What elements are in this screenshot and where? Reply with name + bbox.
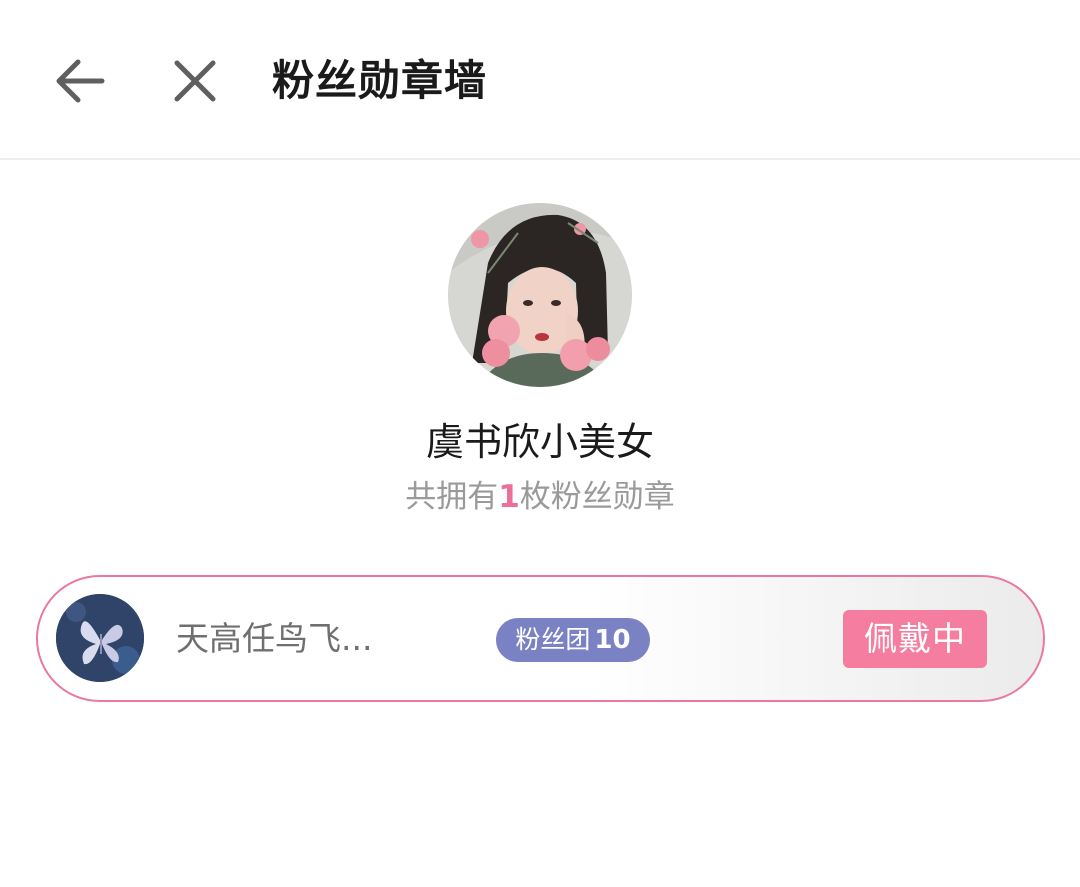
badge-card[interactable]: 天高任鸟飞... 粉丝团 10 佩戴中 <box>36 575 1045 702</box>
badge-count-prefix: 共拥有 <box>405 479 499 515</box>
page-title: 粉丝勋章墙 <box>272 56 488 105</box>
username: 虞书欣小美女 <box>425 420 654 464</box>
avatar-image <box>448 203 632 387</box>
badge-count-number: 1 <box>498 479 520 515</box>
close-button[interactable] <box>164 50 226 112</box>
arrow-left-icon <box>56 59 105 103</box>
butterfly-icon <box>56 594 144 682</box>
wearing-status-button[interactable]: 佩戴中 <box>843 610 987 668</box>
badge-avatar <box>56 594 144 682</box>
top-bar: 粉丝勋章墙 <box>0 0 1080 160</box>
fan-club-level-badge: 粉丝团 10 <box>496 618 650 662</box>
back-button[interactable] <box>48 50 110 112</box>
badge-name: 天高任鸟飞... <box>176 619 373 658</box>
fan-club-label: 粉丝团 <box>515 625 591 654</box>
badge-count-suffix: 枚粉丝勋章 <box>519 479 675 515</box>
badge-count-text: 共拥有1枚粉丝勋章 <box>0 474 1080 520</box>
fan-club-level: 10 <box>594 625 631 655</box>
close-icon <box>174 60 216 102</box>
avatar[interactable] <box>448 203 632 387</box>
